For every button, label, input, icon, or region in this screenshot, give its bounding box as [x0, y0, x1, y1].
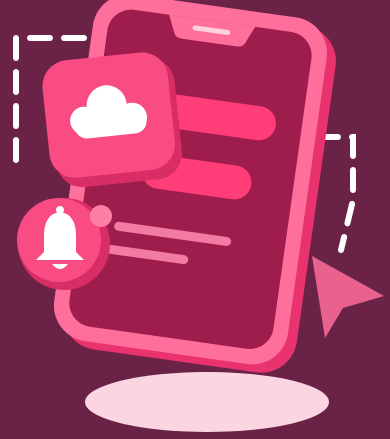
smartphone — [53, 0, 336, 373]
notification-dot — [90, 205, 112, 227]
cloud-card — [42, 52, 182, 188]
illustration-stage — [0, 0, 390, 439]
floor-shadow — [85, 372, 329, 432]
pointer-cursor-icon — [312, 256, 384, 338]
smartphone-illustration — [13, 0, 384, 432]
